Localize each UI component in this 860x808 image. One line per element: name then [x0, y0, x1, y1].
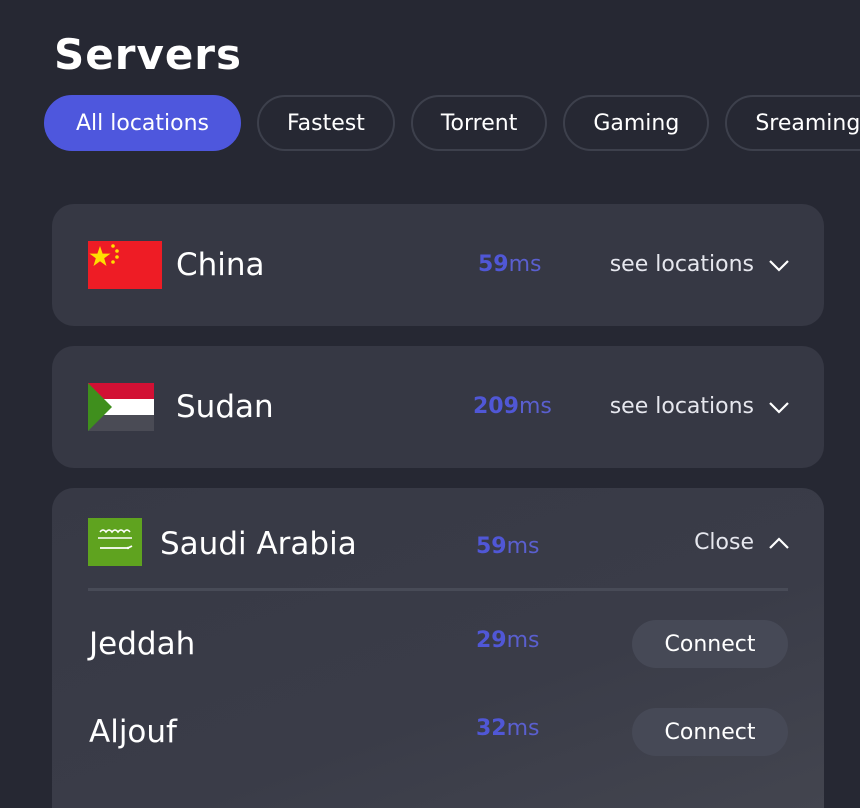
connect-button[interactable]: Connect: [632, 708, 788, 756]
country-name: China: [176, 247, 265, 283]
server-card-header[interactable]: Saudi Arabia 59ms Close: [52, 488, 824, 588]
filter-all-locations[interactable]: All locations: [44, 95, 242, 151]
action-label: Close: [694, 530, 754, 555]
ping-value: 29ms: [476, 628, 540, 653]
close-button[interactable]: Close: [694, 488, 790, 598]
connect-button[interactable]: Connect: [632, 620, 788, 668]
divider: [88, 588, 788, 591]
action-label: see locations: [609, 394, 754, 419]
chevron-down-icon: [769, 260, 789, 272]
server-card-china: China 59ms see locations: [52, 204, 824, 326]
server-card-sudan: Sudan 209ms see locations: [52, 346, 824, 468]
filter-fastest[interactable]: Fastest: [257, 95, 395, 151]
see-locations-button[interactable]: see locations: [610, 346, 790, 468]
china-flag-icon: [88, 241, 162, 289]
chevron-up-icon: [769, 537, 789, 549]
server-card-header[interactable]: China 59ms see locations: [52, 204, 824, 326]
city-name: Jeddah: [89, 626, 196, 662]
city-row-jeddah: Jeddah 29ms Connect: [52, 600, 824, 688]
chevron-down-icon: [769, 402, 789, 414]
server-card-saudi-arabia: Saudi Arabia 59ms Close Jeddah 29ms Conn…: [52, 488, 824, 808]
country-name: Sudan: [176, 389, 274, 425]
saudi-arabia-flag-icon: [88, 518, 142, 566]
country-name: Saudi Arabia: [160, 526, 357, 562]
filter-streaming[interactable]: Sreaming: [725, 95, 860, 151]
action-label: see locations: [609, 252, 754, 277]
ping-value: 209ms: [473, 394, 552, 419]
page-title: Servers: [54, 30, 243, 79]
filter-torrent[interactable]: Torrent: [410, 95, 548, 151]
city-name: Aljouf: [89, 714, 177, 750]
see-locations-button[interactable]: see locations: [610, 204, 790, 326]
city-row-aljouf: Aljouf 32ms Connect: [52, 688, 824, 776]
filter-gaming[interactable]: Gaming: [563, 95, 710, 151]
server-card-header[interactable]: Sudan 209ms see locations: [52, 346, 824, 468]
ping-value: 32ms: [476, 716, 540, 741]
filter-tabs: All locations Fastest Torrent Gaming Sre…: [44, 95, 860, 151]
ping-value: 59ms: [478, 252, 542, 277]
sudan-flag-icon: [88, 383, 154, 431]
